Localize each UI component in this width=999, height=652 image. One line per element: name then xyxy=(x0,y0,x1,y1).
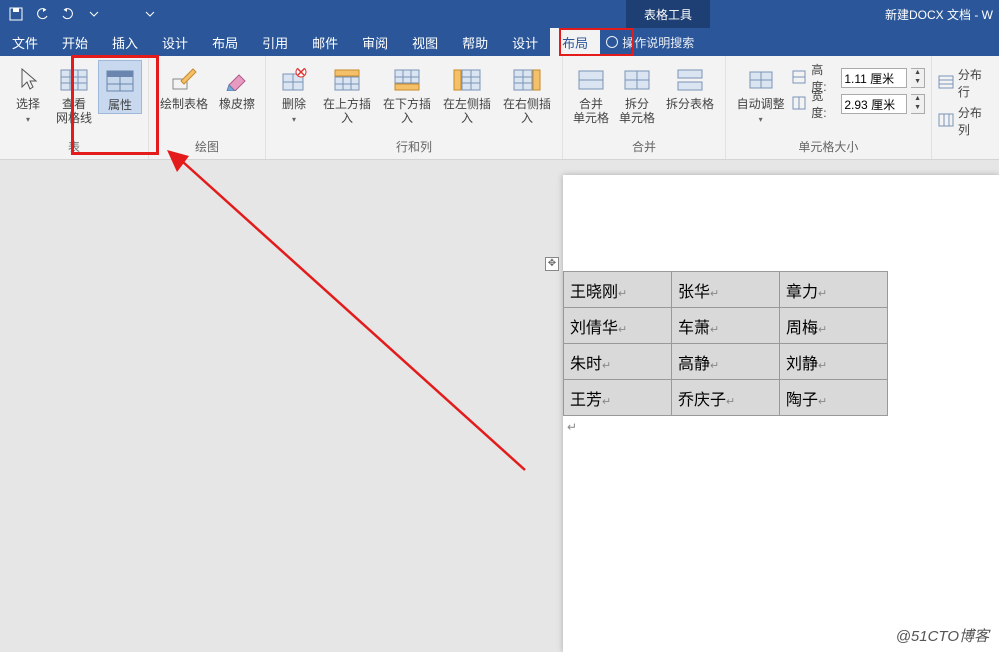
tab-table-design[interactable]: 设计 xyxy=(500,28,550,56)
autofit-button[interactable]: 自动调整▾ xyxy=(732,60,789,126)
quick-access-toolbar xyxy=(0,6,166,22)
table-move-handle-icon[interactable]: ✥ xyxy=(545,257,559,271)
table-cell[interactable]: 王芳↵ xyxy=(564,380,672,416)
qat-dropdown-icon[interactable] xyxy=(142,6,158,22)
properties-icon xyxy=(104,65,136,97)
width-spinner[interactable]: ▲▼ xyxy=(911,94,924,114)
insert-above-button[interactable]: 在上方插入 xyxy=(318,60,376,126)
table-row[interactable]: 刘倩华↵ 车萧↵ 周梅↵ xyxy=(564,308,888,344)
dist-rows-icon xyxy=(938,75,954,92)
cursor-icon xyxy=(12,64,44,96)
paragraph-mark-icon: ↵ xyxy=(567,420,577,434)
draw-table-button[interactable]: 绘制表格 xyxy=(155,60,213,112)
contextual-tab-label: 表格工具 xyxy=(626,0,710,28)
table-cell[interactable]: 朱时↵ xyxy=(564,344,672,380)
autofit-icon xyxy=(745,64,777,96)
split-icon xyxy=(621,64,653,96)
lightbulb-icon xyxy=(606,36,618,48)
eraser-button[interactable]: 橡皮擦 xyxy=(215,60,259,112)
height-input[interactable] xyxy=(841,68,907,88)
distribute-rows-button[interactable]: 分布行 xyxy=(938,66,993,100)
group-table: 选择▾ 查看 网格线 属性 表 xyxy=(0,56,149,159)
merge-icon xyxy=(575,64,607,96)
view-gridlines-button[interactable]: 查看 网格线 xyxy=(52,60,96,126)
tab-home[interactable]: 开始 xyxy=(50,28,100,56)
watermark: @51CTO博客 xyxy=(896,625,989,646)
undo-icon[interactable] xyxy=(34,6,50,22)
table-cell[interactable]: 周梅↵ xyxy=(780,308,888,344)
table-row[interactable]: 朱时↵ 高静↵ 刘静↵ xyxy=(564,344,888,380)
group-draw: 绘制表格 橡皮擦 绘图 xyxy=(149,56,266,159)
redo-icon[interactable] xyxy=(60,6,76,22)
tab-insert[interactable]: 插入 xyxy=(100,28,150,56)
split-table-button[interactable]: 拆分表格 xyxy=(661,60,719,112)
split-table-icon xyxy=(674,64,706,96)
title-bar: 表格工具 新建DOCX 文档 - W xyxy=(0,0,999,28)
split-cells-button[interactable]: 拆分 单元格 xyxy=(615,60,659,126)
pencil-icon xyxy=(168,64,200,96)
ribbon-tabs: 文件 开始 插入 设计 布局 引用 邮件 审阅 视图 帮助 设计 布局 操作说明… xyxy=(0,28,999,56)
width-input[interactable] xyxy=(841,94,907,114)
width-label: 宽度: xyxy=(811,87,837,121)
table-cell[interactable]: 刘静↵ xyxy=(780,344,888,380)
table-cell[interactable]: 陶子↵ xyxy=(780,380,888,416)
table-cell[interactable]: 章力↵ xyxy=(780,272,888,308)
insert-below-icon xyxy=(391,64,423,96)
table-cell[interactable]: 车萧↵ xyxy=(672,308,780,344)
table-row[interactable]: 王晓刚↵ 张华↵ 章力↵ xyxy=(564,272,888,308)
tell-me[interactable]: 操作说明搜索 xyxy=(606,28,694,56)
tab-layout[interactable]: 布局 xyxy=(200,28,250,56)
insert-below-button[interactable]: 在下方插入 xyxy=(378,60,436,126)
properties-button[interactable]: 属性 xyxy=(98,60,142,114)
table-cell[interactable]: 刘倩华↵ xyxy=(564,308,672,344)
document-area: ✥ 王晓刚↵ 张华↵ 章力↵ 刘倩华↵ 车萧↵ 周梅↵ 朱时↵ 高静↵ 刘静↵ … xyxy=(0,160,999,652)
tab-view[interactable]: 视图 xyxy=(400,28,450,56)
document-table[interactable]: 王晓刚↵ 张华↵ 章力↵ 刘倩华↵ 车萧↵ 周梅↵ 朱时↵ 高静↵ 刘静↵ 王芳… xyxy=(563,271,888,416)
delete-icon xyxy=(278,64,310,96)
group-cell-size: 自动调整▾ 高度: ▲▼ 宽度: ▲▼ 单元格大小 xyxy=(726,56,932,159)
tab-mailings[interactable]: 邮件 xyxy=(300,28,350,56)
delete-button[interactable]: 删除▾ xyxy=(272,60,316,126)
ribbon: 选择▾ 查看 网格线 属性 表 绘制表格 橡皮擦 绘图 xyxy=(0,56,999,160)
tab-review[interactable]: 审阅 xyxy=(350,28,400,56)
table-row[interactable]: 王芳↵ 乔庆子↵ 陶子↵ xyxy=(564,380,888,416)
tab-help[interactable]: 帮助 xyxy=(450,28,500,56)
document-title: 新建DOCX 文档 - W xyxy=(885,6,999,23)
row-height-icon xyxy=(791,69,807,88)
width-row: 宽度: ▲▼ xyxy=(791,92,925,116)
dist-cols-icon xyxy=(938,113,954,130)
tab-table-layout[interactable]: 布局 xyxy=(550,28,600,56)
height-spinner[interactable]: ▲▼ xyxy=(911,68,924,88)
select-button[interactable]: 选择▾ xyxy=(6,60,50,126)
tab-references[interactable]: 引用 xyxy=(250,28,300,56)
merge-cells-button[interactable]: 合并 单元格 xyxy=(569,60,613,126)
insert-right-button[interactable]: 在右侧插入 xyxy=(498,60,556,126)
table-cell[interactable]: 王晓刚↵ xyxy=(564,272,672,308)
table-cell[interactable]: 乔庆子↵ xyxy=(672,380,780,416)
insert-right-icon xyxy=(511,64,543,96)
insert-above-icon xyxy=(331,64,363,96)
group-merge: 合并 单元格 拆分 单元格 拆分表格 合并 xyxy=(563,56,726,159)
col-width-icon xyxy=(791,95,807,114)
page: ✥ 王晓刚↵ 张华↵ 章力↵ 刘倩华↵ 车萧↵ 周梅↵ 朱时↵ 高静↵ 刘静↵ … xyxy=(563,175,999,652)
distribute-cols-button[interactable]: 分布列 xyxy=(938,104,993,138)
group-distribute: 分布行 分布列 xyxy=(932,56,999,159)
insert-left-button[interactable]: 在左侧插入 xyxy=(438,60,496,126)
group-rows-cols: 删除▾ 在上方插入 在下方插入 在左侧插入 在右侧插入 行和列 xyxy=(266,56,563,159)
save-icon[interactable] xyxy=(8,6,24,22)
gridlines-icon xyxy=(58,64,90,96)
tab-design[interactable]: 设计 xyxy=(150,28,200,56)
eraser-icon xyxy=(221,64,253,96)
tab-file[interactable]: 文件 xyxy=(0,28,50,56)
table-cell[interactable]: 高静↵ xyxy=(672,344,780,380)
qat-customize-icon[interactable] xyxy=(86,6,102,22)
table-cell[interactable]: 张华↵ xyxy=(672,272,780,308)
insert-left-icon xyxy=(451,64,483,96)
